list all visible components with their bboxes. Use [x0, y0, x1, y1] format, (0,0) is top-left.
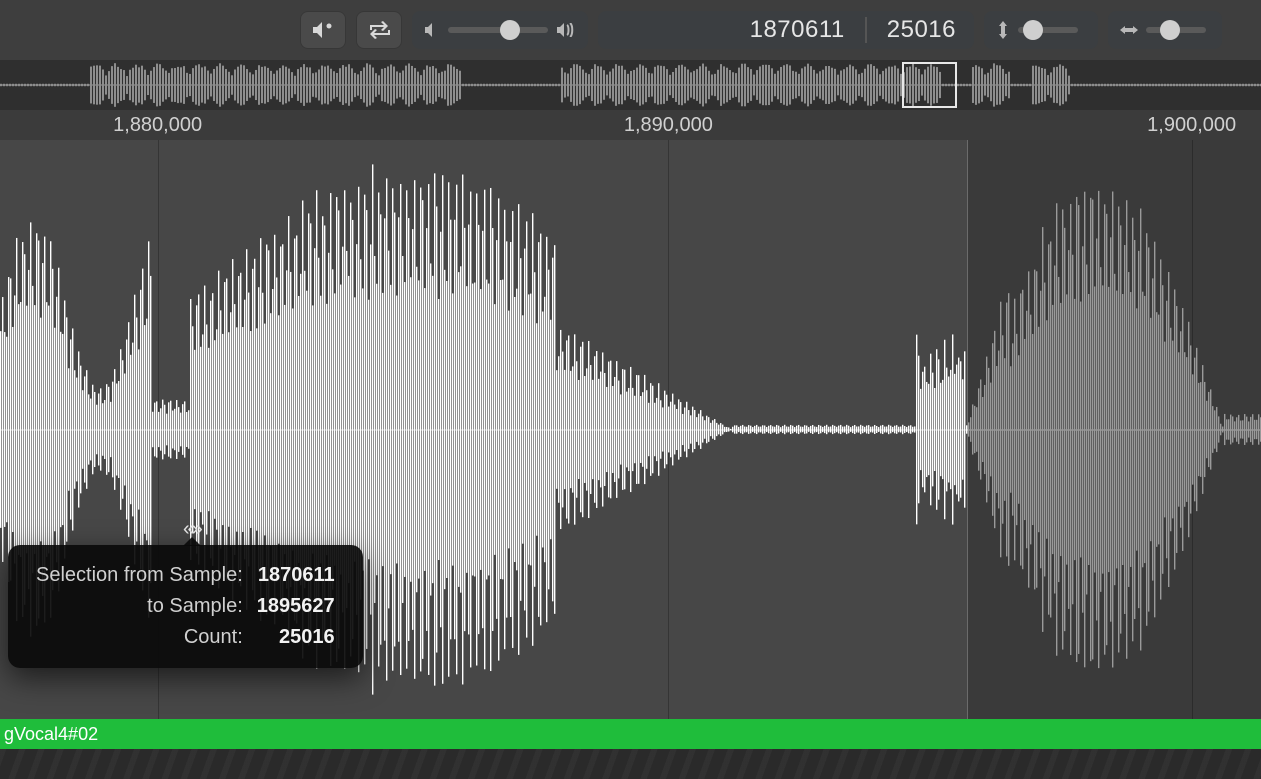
transport-toolbar: 1870611 25016 — [0, 0, 1261, 61]
selection-length-value[interactable]: 25016 — [887, 16, 956, 44]
waveform-overview[interactable] — [0, 60, 1261, 111]
selection-start-value[interactable]: 1870611 — [750, 16, 845, 44]
arrangement-gutter — [0, 749, 1261, 779]
horizontal-zoom-group — [1108, 11, 1222, 49]
tooltip-table: Selection from Sample:1870611to Sample:1… — [28, 559, 343, 654]
tooltip-value: 25016 — [251, 623, 341, 652]
readout-divider — [865, 17, 867, 43]
track-region-strip[interactable]: gVocal4#02 — [0, 719, 1261, 749]
cycle-icon — [367, 21, 391, 39]
tooltip-value: 1870611 — [251, 561, 341, 590]
volume-slider[interactable] — [448, 27, 548, 33]
speaker-play-icon — [312, 21, 334, 39]
horizontal-zoom-knob[interactable] — [1160, 20, 1180, 40]
vertical-zoom-knob[interactable] — [1023, 20, 1043, 40]
tooltip-value: 1895627 — [251, 592, 341, 621]
track-region-name: gVocal4#02 — [4, 724, 98, 745]
selection-readout: 1870611 25016 — [598, 11, 974, 49]
tooltip-label: Selection from Sample: — [30, 561, 249, 590]
cycle-toggle-button[interactable] — [356, 11, 402, 49]
volume-slider-knob[interactable] — [500, 20, 520, 40]
tooltip-label: Count: — [30, 623, 249, 652]
horizontal-zoom-icon — [1120, 23, 1138, 37]
ruler-tick-label: 1,880,000 — [113, 114, 202, 137]
ruler-tick-label: 1,900,000 — [1147, 114, 1236, 137]
selection-info-tooltip: Selection from Sample:1870611to Sample:1… — [8, 545, 363, 668]
waveform-editor[interactable]: « » Selection from Sample:1870611to Samp… — [0, 140, 1261, 719]
horizontal-zoom-slider[interactable] — [1146, 27, 1206, 33]
volume-slider-group — [412, 11, 588, 49]
sample-ruler[interactable]: 1,880,000 1,890,000 1,900,000 — [0, 110, 1261, 141]
vertical-zoom-group — [984, 11, 1098, 49]
vertical-zoom-slider[interactable] — [1018, 27, 1078, 33]
volume-high-icon — [556, 23, 576, 37]
preview-toggle-button[interactable] — [300, 11, 346, 49]
vertical-zoom-icon — [996, 21, 1010, 39]
overview-waveform — [0, 60, 1261, 110]
ruler-tick-label: 1,890,000 — [624, 114, 713, 137]
volume-low-icon — [424, 23, 440, 37]
tooltip-label: to Sample: — [30, 592, 249, 621]
